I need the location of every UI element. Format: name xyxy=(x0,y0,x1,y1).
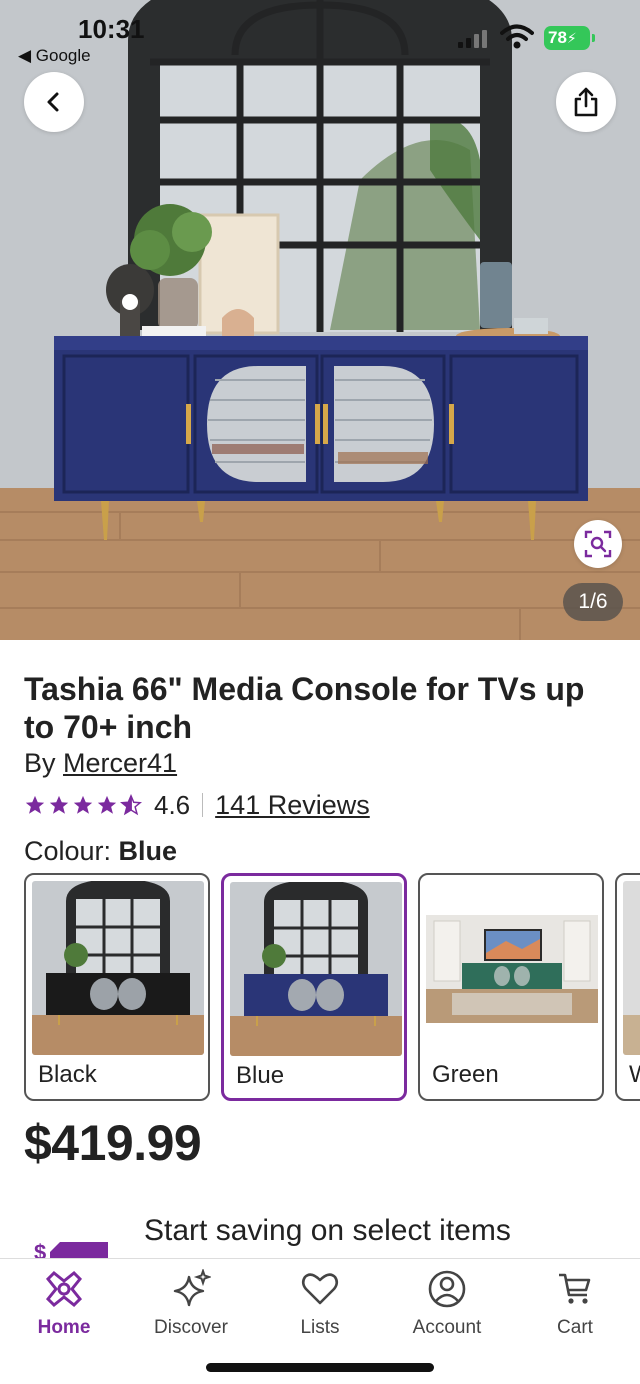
status-bar: 10:31 ◀ Google 78⚡ xyxy=(0,0,640,80)
swatch-white[interactable]: W xyxy=(615,873,640,1101)
wifi-icon xyxy=(500,24,534,49)
visual-search-icon xyxy=(584,530,612,558)
svg-text:$: $ xyxy=(34,1240,46,1260)
swatch-label: Black xyxy=(38,1061,97,1088)
nav-lists[interactable]: Lists xyxy=(270,1269,370,1339)
star-rating xyxy=(24,794,142,816)
share-icon xyxy=(574,87,598,117)
swatch-thumbnail xyxy=(230,882,402,1056)
product-image-carousel[interactable]: 10:31 ◀ Google 78⚡ 1/6 xyxy=(0,0,640,640)
home-icon xyxy=(45,1270,83,1308)
product-title: Tashia 66" Media Console for TVs up to 7… xyxy=(24,671,585,745)
swatch-label: Green xyxy=(432,1061,499,1088)
byline: By Mercer41 xyxy=(24,748,177,779)
swatch-green[interactable]: Green xyxy=(418,873,604,1101)
visual-search-button[interactable] xyxy=(574,520,622,568)
nav-label: Cart xyxy=(557,1317,593,1338)
swatch-label: Blue xyxy=(236,1062,285,1089)
nav-home[interactable]: Home xyxy=(14,1269,114,1339)
sparkle-icon xyxy=(173,1269,211,1307)
swatch-thumbnail xyxy=(623,881,640,1055)
product-photo xyxy=(0,0,640,640)
bottom-navigation: Home Discover Lists Account Cart xyxy=(0,1258,640,1384)
star-icon xyxy=(49,795,69,814)
status-time: 10:31 xyxy=(78,14,145,44)
divider xyxy=(202,793,204,817)
account-icon xyxy=(428,1270,466,1308)
cart-icon xyxy=(559,1273,591,1304)
byline-prefix: By xyxy=(24,748,64,778)
star-icon xyxy=(73,795,93,814)
battery-indicator: 78⚡ xyxy=(544,26,595,50)
swatch-blue[interactable]: Blue xyxy=(221,873,407,1101)
colour-label: Colour: xyxy=(24,836,119,866)
product-price: $419.99 xyxy=(24,1115,202,1171)
nav-discover[interactable]: Discover xyxy=(141,1269,241,1339)
nav-label: Discover xyxy=(154,1317,228,1338)
star-icon xyxy=(97,795,117,814)
pro-savings-icon: $ xyxy=(34,1240,108,1260)
nav-label: Account xyxy=(412,1317,482,1338)
battery-level: 78 xyxy=(548,28,567,47)
rating-value: 4.6 xyxy=(154,789,191,820)
charging-icon: ⚡ xyxy=(566,30,577,46)
colour-swatch-carousel[interactable]: Black Blue Green xyxy=(24,873,640,1103)
star-icon xyxy=(25,795,45,814)
home-indicator xyxy=(206,1363,434,1372)
selected-colour: Blue xyxy=(118,836,178,866)
swatch-black[interactable]: Black xyxy=(24,873,210,1101)
nav-cart[interactable]: Cart xyxy=(525,1269,625,1339)
half-star-icon xyxy=(120,794,142,816)
nav-account[interactable]: Account xyxy=(397,1269,497,1339)
signal-icon xyxy=(458,30,487,48)
promo-text[interactable]: Start saving on select items xyxy=(144,1214,511,1248)
nav-label: Lists xyxy=(300,1317,340,1338)
rating-row: 4.6 141 Reviews xyxy=(24,788,370,822)
back-to-app-link[interactable]: ◀ Google xyxy=(18,46,91,66)
share-button[interactable] xyxy=(556,72,616,132)
colour-selection-label: Colour: Blue xyxy=(24,836,177,867)
nav-label: Home xyxy=(37,1317,91,1338)
back-button[interactable] xyxy=(24,72,84,132)
brand-link[interactable]: Mercer41 xyxy=(63,748,177,778)
heart-icon xyxy=(301,1273,339,1305)
reviews-link[interactable]: 141 Reviews xyxy=(215,790,370,821)
swatch-label: W xyxy=(629,1061,640,1089)
image-counter: 1/6 xyxy=(563,583,623,621)
swatch-thumbnail xyxy=(426,881,598,1055)
swatch-thumbnail xyxy=(32,881,204,1055)
back-icon xyxy=(47,92,59,112)
